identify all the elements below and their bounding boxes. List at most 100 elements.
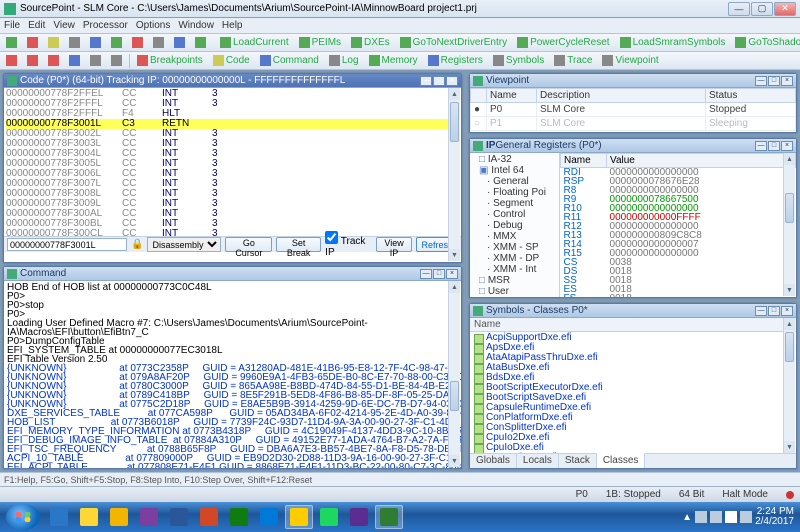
tb-gotoshadowed[interactable]: GoToShadowedPeiCore (731, 35, 800, 50)
scrollbar[interactable]: ▲▼ (783, 153, 795, 296)
tool-icon[interactable] (86, 53, 105, 68)
menu-options[interactable]: Options (136, 20, 170, 31)
register-row[interactable]: CS0038 (561, 258, 796, 267)
tool-icon[interactable] (170, 35, 189, 50)
tree-node[interactable]: □ MSR (471, 275, 558, 286)
tool-icon[interactable] (2, 35, 21, 50)
panel-close-icon[interactable]: × (781, 306, 793, 316)
tb-powercycle[interactable]: PowerCycleReset (513, 35, 613, 50)
menu-window[interactable]: Window (178, 20, 214, 31)
panel-max-icon[interactable]: □ (768, 141, 780, 151)
address-input[interactable] (7, 238, 127, 251)
command-output[interactable]: HOB End of HOB list at 00000000773C0C48L… (4, 281, 461, 468)
tool-icon[interactable] (107, 53, 126, 68)
menu-edit[interactable]: Edit (28, 20, 45, 31)
view-ip-button[interactable]: View IP (376, 237, 413, 252)
tb-peims[interactable]: PEIMs (295, 35, 345, 50)
panel-min-icon[interactable]: — (755, 306, 767, 316)
tree-node[interactable]: · MMX (471, 231, 558, 242)
scrollbar[interactable]: ▲▼ (448, 281, 460, 467)
go-cursor-button[interactable]: Go Cursor (225, 237, 272, 252)
tool-icon[interactable] (65, 35, 84, 50)
menu-file[interactable]: File (4, 20, 20, 31)
taskbar-app[interactable] (195, 505, 223, 529)
code-panel-title[interactable]: Code (P0*) (64-bit) Tracking IP: 0000000… (4, 74, 461, 88)
taskbar-app[interactable] (75, 505, 103, 529)
panel-close-icon[interactable]: × (446, 76, 458, 86)
tab-globals[interactable]: Globals (470, 454, 517, 468)
start-button[interactable] (6, 504, 40, 530)
col-header[interactable]: Name (487, 89, 537, 103)
panel-min-icon[interactable]: — (420, 76, 432, 86)
register-row[interactable]: ES0018 (561, 285, 796, 294)
taskbar-app[interactable] (225, 505, 253, 529)
maximize-button[interactable]: ▢ (751, 2, 773, 16)
tray-clock[interactable]: 2:24 PM 2/4/2017 (755, 507, 794, 527)
tb-trace[interactable]: Trace (550, 53, 596, 68)
taskbar-app[interactable] (45, 505, 73, 529)
panel-close-icon[interactable]: × (781, 76, 793, 86)
tray-flag-icon[interactable] (725, 511, 737, 523)
tool-icon[interactable] (2, 53, 21, 68)
close-button[interactable]: ✕ (774, 2, 796, 16)
command-title[interactable]: Command — □ × (4, 267, 461, 281)
tree-node[interactable]: · Control (471, 209, 558, 220)
tab-locals[interactable]: Locals (517, 454, 559, 468)
scroll-thumb[interactable] (450, 102, 459, 142)
taskbar-app[interactable] (315, 505, 343, 529)
panel-min-icon[interactable]: — (755, 141, 767, 151)
tool-icon[interactable] (107, 35, 126, 50)
code-listing[interactable]: 00000000778F2FFELCCINT300000000778F2FFFL… (4, 88, 461, 236)
tree-node[interactable]: · XMM - Int (471, 264, 558, 275)
viewpoint-title[interactable]: Viewpoint — □ × (470, 74, 796, 88)
tree-node[interactable]: □ IA-32 (471, 154, 558, 165)
tray-sound-icon[interactable] (740, 511, 752, 523)
register-row[interactable]: SS0018 (561, 276, 796, 285)
taskbar-app[interactable] (285, 505, 313, 529)
tool-icon[interactable] (65, 53, 84, 68)
taskbar-app[interactable] (135, 505, 163, 529)
tab-stack[interactable]: Stack (559, 454, 597, 468)
panel-close-icon[interactable]: × (781, 141, 793, 151)
symbols-col-header[interactable]: Name (470, 318, 796, 332)
tool-icon[interactable] (23, 53, 42, 68)
tray-up-icon[interactable]: ▲ (682, 512, 692, 523)
col-header[interactable]: Status (706, 89, 796, 103)
tb-memory[interactable]: Memory (365, 53, 422, 68)
tree-node[interactable]: · Floating Poi (471, 187, 558, 198)
col-header[interactable]: Value (607, 154, 796, 168)
panel-max-icon[interactable]: □ (768, 76, 780, 86)
tool-icon[interactable] (128, 35, 147, 50)
set-break-button[interactable]: Set Break (276, 237, 321, 252)
taskbar-app[interactable] (105, 505, 133, 529)
tree-node[interactable]: · Segment (471, 198, 558, 209)
tb-dxes[interactable]: DXEs (347, 35, 394, 50)
registers-title[interactable]: IP General Registers (P0*) — □ × (470, 139, 796, 153)
tray-icon[interactable] (695, 511, 707, 523)
tree-node[interactable]: □ User (471, 286, 558, 297)
register-row[interactable]: FS0018 (561, 294, 796, 297)
viewpoint-row[interactable]: ●P0SLM CoreStopped (471, 103, 796, 117)
panel-max-icon[interactable]: □ (433, 269, 445, 279)
panel-max-icon[interactable]: □ (433, 76, 445, 86)
tool-icon[interactable] (191, 35, 210, 50)
menu-help[interactable]: Help (222, 20, 243, 31)
tb-command[interactable]: Command (256, 53, 323, 68)
tb-gotonextdriver[interactable]: GoToNextDriverEntry (396, 35, 511, 50)
tray-icon[interactable] (710, 511, 722, 523)
tb-loadcurrent[interactable]: LoadCurrent (216, 35, 293, 50)
scroll-up-icon[interactable]: ▲ (449, 88, 460, 100)
track-ip-checkbox[interactable]: Track IP (325, 231, 371, 258)
tool-icon[interactable] (44, 35, 63, 50)
tb-log[interactable]: Log (325, 53, 363, 68)
tool-icon[interactable] (23, 35, 42, 50)
tb-symbols[interactable]: Symbols (489, 53, 548, 68)
taskbar-app[interactable] (255, 505, 283, 529)
register-row[interactable]: R150000000000000000 (561, 249, 796, 258)
scroll-down-icon[interactable]: ▼ (449, 249, 460, 261)
tb-breakpoints[interactable]: Breakpoints (133, 53, 207, 68)
tb-registers[interactable]: Registers (424, 53, 487, 68)
tree-node[interactable]: ▣ Intel 64 (471, 165, 558, 176)
tool-icon[interactable] (44, 53, 63, 68)
taskbar-app[interactable] (165, 505, 193, 529)
